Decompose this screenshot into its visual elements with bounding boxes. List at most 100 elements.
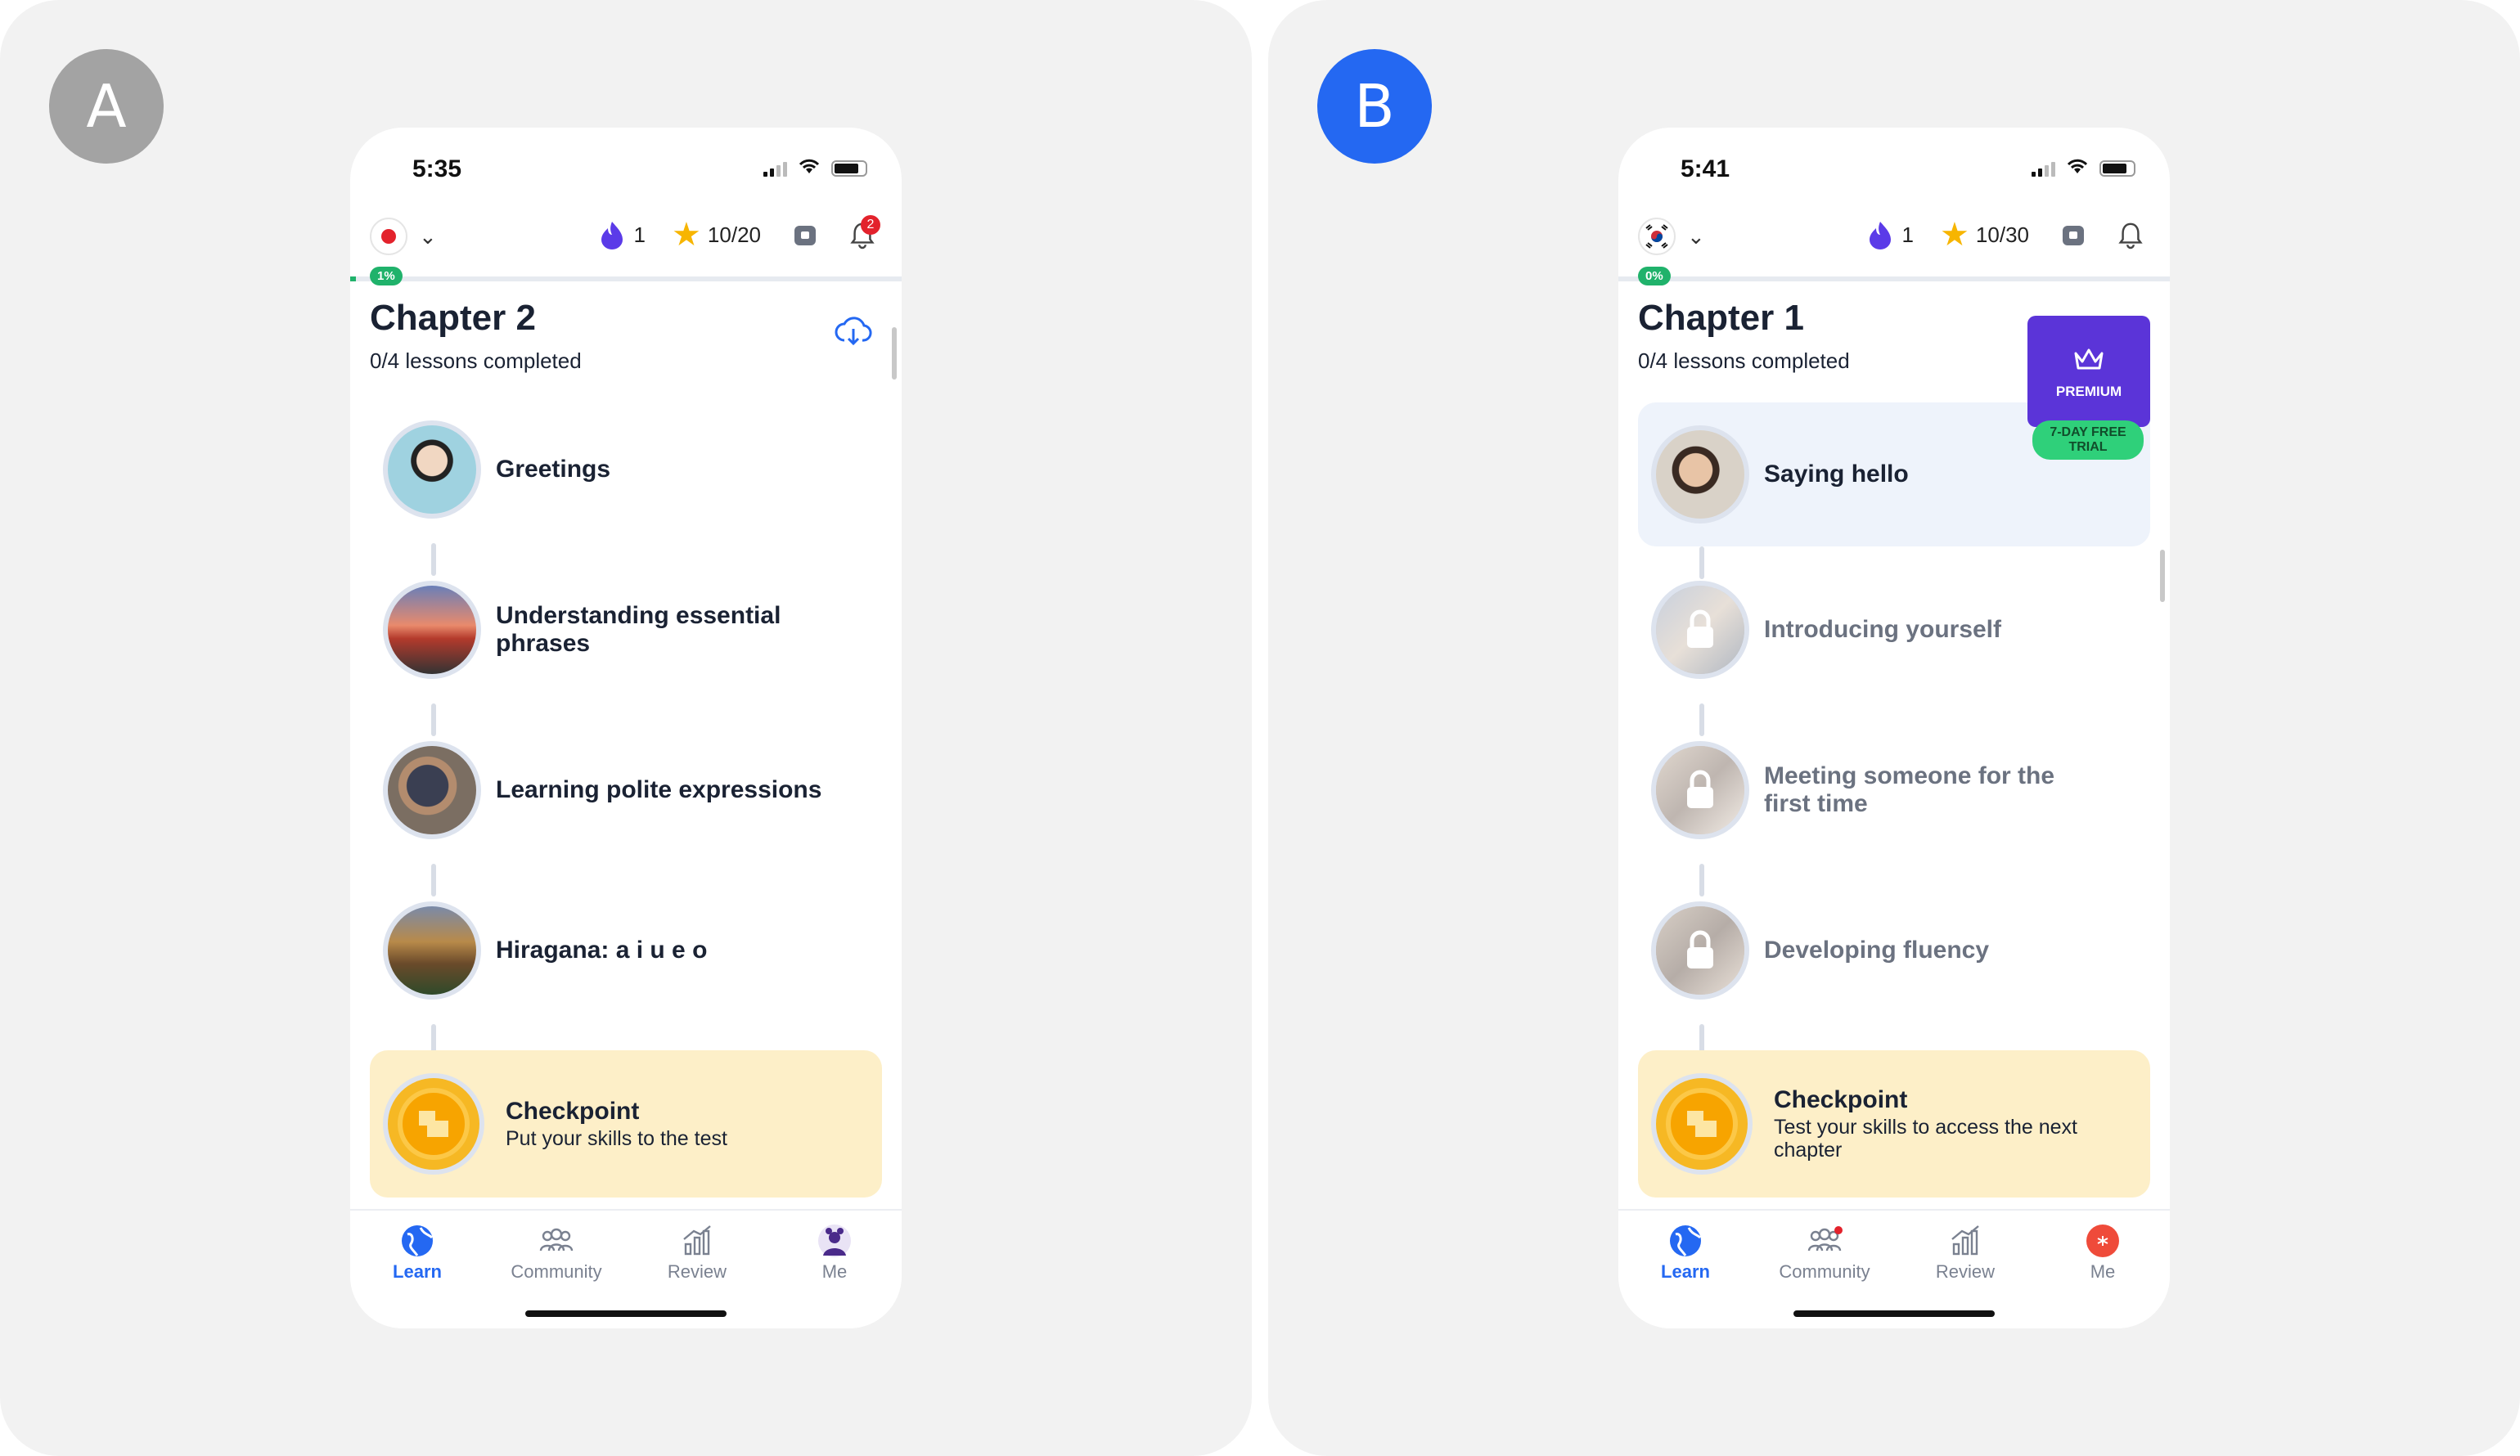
phone-screen: 5:35 ⌄ 1 ★ 10/20 2 1% Chapter 2 0/4 less… [350,128,902,1328]
premium-button[interactable]: PREMIUM [2027,316,2150,427]
home-indicator [1793,1310,1995,1317]
lesson-name: Learning polite expressions [496,776,822,803]
panel-b: B 5:41 ⌄ 1 ★ 10/30 0% Chapter 1 0/4 less… [1268,0,2520,1456]
lock-icon [1656,586,1744,674]
tab-label: Learn [1661,1261,1710,1282]
chapter-progress-bar [350,276,902,281]
lesson-thumbnail [383,741,481,839]
tab-learn[interactable]: Learn [360,1220,475,1283]
chapter-title: Chapter 1 [1638,298,1804,338]
signal-icon [2032,160,2055,177]
tab-me[interactable]: Me [2045,1220,2160,1283]
checkpoint-coin-icon [383,1073,484,1175]
lesson-item[interactable]: Learning polite expressions [370,718,882,862]
lesson-name: Hiragana: a i u e o [496,937,708,964]
flame-icon [1867,222,1893,249]
lesson-item-locked[interactable]: Meeting someone for the first time [1638,718,2150,862]
top-bar: ⌄ 1 ★ 10/20 2 [350,201,902,267]
streak-count: 1 [1901,222,1914,247]
stars-stat[interactable]: ★ 10/30 [1940,217,2029,253]
status-bar: 5:35 [350,151,902,191]
scrollbar[interactable] [2160,550,2165,602]
tab-label: Review [1935,1261,1996,1282]
checkpoint-subtitle: Test your skills to access the next chap… [1774,1116,2077,1162]
streak-stat[interactable]: 1 [599,222,646,249]
scrollbar[interactable] [892,327,897,380]
tab-bar: Learn Community Review Me [1618,1209,2170,1328]
chapter-title: Chapter 2 [370,298,536,338]
top-bar: ⌄ 1 ★ 10/30 [1618,201,2170,267]
chevron-down-icon[interactable]: ⌄ [419,224,437,249]
checkpoint-card[interactable]: Checkpoint Test your skills to access th… [1638,1050,2150,1198]
tab-me[interactable]: Me [777,1220,892,1283]
panel-letter-badge: A [49,49,164,164]
chevron-down-icon[interactable]: ⌄ [1687,224,1705,249]
status-time: 5:41 [1681,155,1730,182]
japan-flag-icon[interactable] [370,218,407,255]
free-trial-badge[interactable]: 7-DAY FREE TRIAL [2032,420,2144,460]
crown-icon [2027,347,2150,380]
tab-review[interactable]: Review [1908,1220,2023,1283]
chapter-progress-text: 0/4 lessons completed [1638,348,1850,373]
battery-icon [831,160,867,177]
profile-avatar-icon [2045,1220,2160,1261]
streak-count: 1 [633,222,646,247]
lesson-thumbnail [1651,901,1749,1000]
stats-group: 1 ★ 10/30 [1867,214,2144,255]
tab-label: Review [667,1261,727,1282]
tab-community[interactable]: Community [1767,1220,1882,1283]
lesson-thumbnail [383,420,481,519]
tab-label: Me [2090,1261,2116,1282]
checkpoint-card[interactable]: Checkpoint Put your skills to the test [370,1050,882,1198]
bell-icon[interactable]: 2 [849,215,880,249]
lesson-item-locked[interactable]: Developing fluency [1638,879,2150,1022]
stars-count: 10/20 [707,222,761,247]
panel-letter-badge: B [1317,49,1432,164]
stars-stat[interactable]: ★ 10/20 [672,217,761,253]
checkpoint-title: Checkpoint [506,1098,640,1125]
lesson-thumbnail [1651,581,1749,679]
premium-label: PREMIUM [2055,384,2122,399]
tab-label: Community [511,1261,602,1282]
lesson-thumbnail [1651,741,1749,839]
wifi-icon [797,157,821,179]
wifi-icon [2065,157,2090,179]
korea-flag-icon[interactable] [1638,218,1676,255]
streak-stat[interactable]: 1 [1867,222,1914,249]
system-icons [2032,157,2135,179]
progress-badge: 0% [1638,267,1671,285]
phone-screen: 5:41 ⌄ 1 ★ 10/30 0% Chapter 1 0/4 lesson… [1618,128,2170,1328]
shop-bag-icon[interactable] [792,222,818,248]
lesson-item[interactable]: Understanding essential phrases [370,558,882,702]
people-icon [499,1220,614,1261]
chapter-progress-bar [1618,276,2170,281]
lesson-item[interactable]: Greetings [370,398,882,542]
lesson-thumbnail [383,581,481,679]
lock-icon [1656,746,1744,834]
lesson-item[interactable]: Hiragana: a i u e o [370,879,882,1022]
battery-icon [2099,160,2135,177]
bell-icon[interactable] [2117,222,2144,249]
tab-label: Me [821,1261,848,1282]
home-indicator [525,1310,727,1317]
lesson-name: Greetings [496,456,611,483]
system-icons [763,157,867,179]
checkpoint-title: Checkpoint [1774,1086,1908,1113]
tab-review[interactable]: Review [640,1220,754,1283]
lock-icon [1656,906,1744,995]
tab-learn[interactable]: Learn [1628,1220,1743,1283]
panel-a: A 5:35 ⌄ 1 ★ 10/20 2 1% Chapter 2 0/4 le… [0,0,1252,1456]
bar-chart-icon [640,1220,754,1261]
lesson-name: Saying hello [1764,461,1909,488]
shop-bag-icon[interactable] [2060,222,2086,248]
lesson-item-locked[interactable]: Introducing yourself [1638,558,2150,702]
bar-chart-icon [1908,1220,2023,1261]
stats-group: 1 ★ 10/20 2 [599,214,880,255]
checkpoint-subtitle: Put your skills to the test [506,1127,727,1150]
star-icon: ★ [1940,217,1969,253]
notification-badge: 2 [861,215,880,235]
lesson-thumbnail [1651,425,1749,524]
tab-community[interactable]: Community [499,1220,614,1283]
chapter-progress-text: 0/4 lessons completed [370,348,582,373]
download-cloud-icon[interactable] [835,316,872,353]
